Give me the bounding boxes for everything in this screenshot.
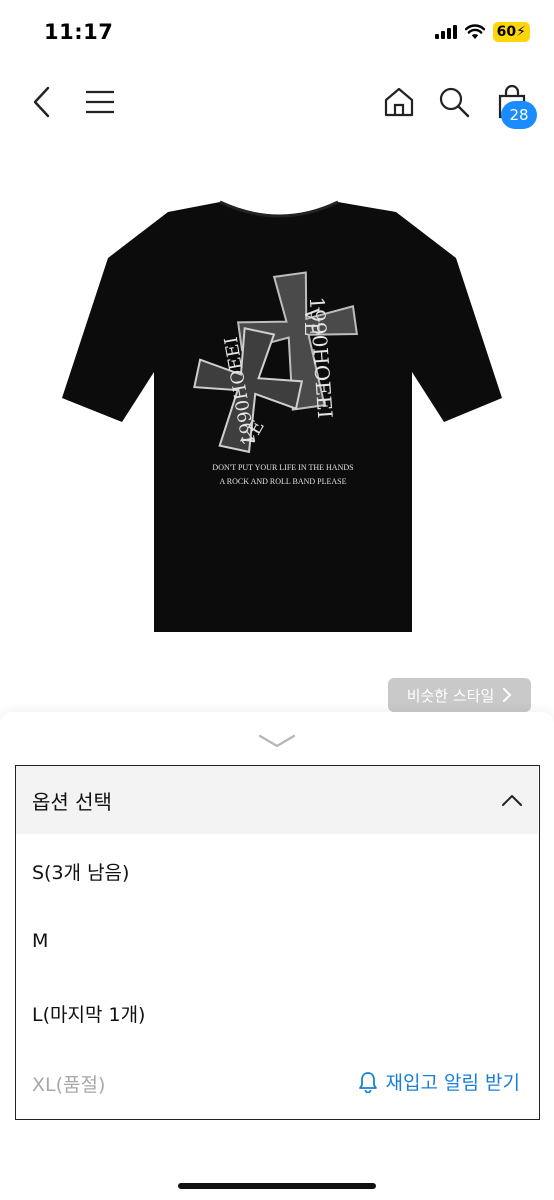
chevron-up-icon (502, 795, 522, 806)
option-select-header[interactable]: 옵션 선택 (16, 766, 538, 834)
home-icon (384, 87, 414, 117)
option-item-s[interactable]: S(3개 남음) (16, 836, 538, 906)
similar-style-label: 비슷한 스타일 (406, 686, 495, 705)
option-item-l[interactable]: L(마지막 1개) (16, 978, 538, 1048)
chevron-right-icon (503, 688, 512, 702)
cart-count-badge: 28 (501, 101, 537, 129)
battery-level: 60 (496, 24, 517, 40)
home-indicator (178, 1183, 376, 1189)
option-label: L(마지막 1개) (32, 1004, 146, 1026)
chevron-down-icon (258, 734, 296, 748)
option-item-m[interactable]: M (16, 908, 538, 978)
print-line-2: A ROCK AND ROLL BAND PLEASE (219, 477, 346, 486)
product-image[interactable]: 1990HOEEI 1990HOEEI VE VE DON'T PUT YOUR… (0, 150, 554, 710)
tshirt-image: 1990HOEEI 1990HOEEI VE VE DON'T PUT YOUR… (62, 200, 502, 632)
option-dropdown: 옵션 선택 S(3개 남음) M L(마지막 1개) XL(품절) 재입고 알림… (15, 765, 540, 1120)
back-button[interactable] (20, 76, 64, 128)
cellular-signal-icon (434, 25, 457, 39)
hamburger-icon (86, 90, 114, 114)
battery-indicator: 60 ⚡ (492, 22, 530, 42)
option-select-label: 옵션 선택 (32, 790, 112, 814)
wifi-icon (464, 24, 485, 39)
top-nav (0, 76, 554, 132)
chevron-left-icon (33, 86, 50, 118)
charging-icon: ⚡ (516, 24, 526, 40)
status-time: 11:17 (44, 20, 114, 44)
sheet-collapse-handle[interactable] (257, 732, 297, 752)
option-item-xl: XL(품절) 재입고 알림 받기 (16, 1048, 538, 1118)
similar-style-button[interactable]: 비슷한 스타일 (388, 678, 531, 712)
restock-alert-label: 재입고 알림 받기 (385, 1072, 520, 1094)
menu-button[interactable] (78, 76, 122, 128)
bell-icon (358, 1071, 377, 1093)
home-button[interactable] (377, 76, 421, 128)
option-label: XL(품절) (32, 1074, 106, 1096)
status-indicators: 60 ⚡ (434, 22, 530, 42)
restock-alert-button[interactable]: 재입고 알림 받기 (358, 1068, 520, 1095)
search-button[interactable] (432, 76, 476, 128)
option-label: S(3개 남음) (32, 862, 130, 884)
graphic-letters-1: VE (300, 306, 324, 336)
option-label: M (32, 930, 49, 952)
print-line-1: DON'T PUT YOUR LIFE IN THE HANDS (212, 463, 353, 472)
status-bar: 11:17 60 ⚡ (0, 0, 554, 62)
search-icon (439, 87, 470, 118)
